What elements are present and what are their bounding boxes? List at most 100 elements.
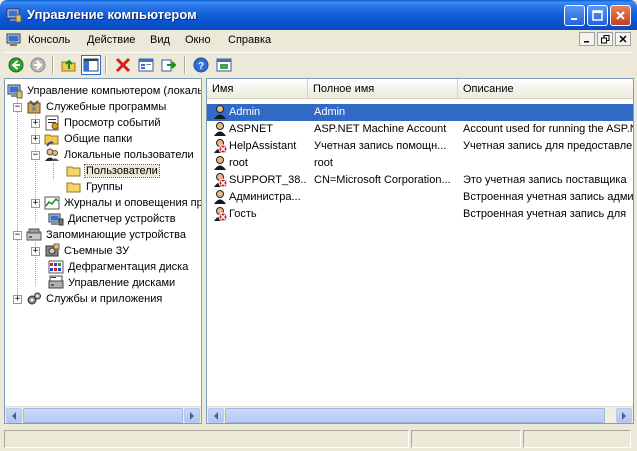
tree-item-event-viewer[interactable]: + Просмотр событий — [31, 115, 162, 131]
tree-item-label: Локальные пользователи — [64, 149, 194, 161]
delete-x-icon — [115, 57, 131, 73]
delete-button[interactable] — [113, 55, 133, 75]
maximize-icon — [592, 10, 603, 21]
scroll-left-button[interactable] — [6, 408, 22, 423]
child-minimize-button[interactable] — [579, 32, 595, 46]
mmc-window-button[interactable] — [214, 55, 234, 75]
forward-button[interactable] — [28, 55, 48, 75]
scroll-thumb[interactable] — [23, 408, 183, 423]
list-row-root[interactable]: root root — [207, 155, 633, 172]
menu-bar: Консоль Действие Вид Окно Справка — [4, 30, 633, 51]
console-window-icon[interactable] — [6, 32, 22, 48]
tree-item-services-applications[interactable]: + Службы и приложения — [13, 291, 163, 307]
list-header: Имя Полное имя Описание — [207, 79, 633, 99]
tree-item-device-manager[interactable]: Диспетчер устройств — [48, 211, 177, 227]
expand-toggle[interactable]: + — [13, 294, 22, 304]
list-horizontal-scrollbar[interactable] — [207, 406, 633, 423]
list-row-admin[interactable]: Admin Admin — [207, 104, 633, 121]
scroll-thumb[interactable] — [225, 408, 605, 423]
column-header-description[interactable]: Описание — [458, 79, 633, 98]
tree-item-performance-logs[interactable]: + Журналы и оповещения пр — [31, 195, 201, 211]
column-header-name[interactable]: Имя — [207, 79, 308, 98]
user-icon — [214, 105, 226, 119]
scroll-right-button[interactable] — [184, 408, 200, 423]
toolbar-separator — [52, 56, 54, 74]
close-button[interactable] — [610, 5, 631, 26]
chevron-right-icon — [622, 411, 626, 420]
minimize-icon — [570, 17, 577, 20]
tree-item-label: Служебные программы — [46, 101, 167, 113]
menu-console[interactable]: Консоль — [28, 34, 70, 46]
export-icon — [161, 59, 177, 72]
cell-name: HelpAssistant — [229, 140, 297, 152]
tree-item-storage[interactable]: − Запоминающие устройства — [13, 227, 187, 243]
window-icon — [216, 58, 232, 72]
status-pane-tertiary — [523, 430, 631, 448]
properties-button[interactable] — [136, 55, 156, 75]
cell-name: SUPPORT_38... — [229, 174, 307, 186]
cell-full-name: ASP.NET Machine Account — [314, 123, 447, 135]
expand-toggle[interactable]: + — [31, 134, 40, 144]
cell-description: Встроенная учетная запись для — [463, 208, 627, 220]
menu-action[interactable]: Действие — [87, 34, 135, 46]
child-restore-button[interactable] — [597, 32, 613, 46]
collapse-toggle[interactable]: − — [31, 150, 40, 160]
svg-text:?: ? — [198, 61, 204, 72]
event-viewer-icon — [45, 115, 59, 131]
scroll-right-button[interactable] — [616, 408, 632, 423]
tree-item-disk-defragmenter[interactable]: Дефрагментация диска — [48, 259, 189, 275]
tree-item-local-users[interactable]: − Локальные пользователи — [31, 147, 195, 163]
tree-item-users[interactable]: Пользователи — [66, 163, 160, 179]
menu-view[interactable]: Вид — [150, 34, 170, 46]
details-pane[interactable]: Имя Полное имя Описание Admin Admin ASPN… — [206, 78, 634, 424]
tree-item-disk-management[interactable]: Управление дисками — [48, 275, 176, 291]
tools-icon — [27, 100, 41, 114]
expand-toggle[interactable]: + — [31, 118, 40, 128]
tree-item-computer-management[interactable]: Управление компьютером (локальн — [7, 83, 201, 99]
up-level-button[interactable] — [59, 55, 79, 75]
minimize-button[interactable] — [564, 5, 585, 26]
chevron-right-icon — [190, 411, 194, 420]
tree-item-label: Управление дисками — [68, 277, 176, 289]
child-close-button[interactable] — [615, 32, 631, 46]
disk-management-icon — [48, 275, 64, 289]
tree-item-shared-folders[interactable]: + Общие папки — [31, 131, 133, 147]
help-icon: ? — [193, 57, 209, 73]
tree-horizontal-scrollbar[interactable] — [5, 406, 201, 423]
help-button[interactable]: ? — [191, 55, 211, 75]
tree-item-label: Запоминающие устройства — [46, 229, 187, 241]
storage-icon — [26, 228, 42, 241]
tree-item-system-tools[interactable]: − Служебные программы — [13, 99, 167, 115]
users-icon — [45, 148, 59, 161]
export-list-button[interactable] — [159, 55, 179, 75]
tree-item-groups[interactable]: Группы — [66, 179, 124, 195]
cell-description: Встроенная учетная запись адми — [463, 191, 634, 203]
maximize-button[interactable] — [587, 5, 608, 26]
back-button[interactable] — [6, 55, 26, 75]
list-row-support[interactable]: SUPPORT_38... CN=Microsoft Corporation..… — [207, 172, 633, 189]
tree-item-removable-storage[interactable]: + Съемные ЗУ — [31, 243, 130, 259]
defrag-icon — [48, 260, 64, 274]
collapse-toggle[interactable]: − — [13, 102, 22, 112]
collapse-toggle[interactable]: − — [13, 230, 22, 240]
expand-toggle[interactable]: + — [31, 198, 40, 208]
cell-full-name: CN=Microsoft Corporation... — [314, 174, 451, 186]
column-header-full-name[interactable]: Полное имя — [308, 79, 458, 98]
scroll-left-button[interactable] — [208, 408, 224, 423]
tree-connector — [17, 98, 18, 303]
list-row-helpassistant[interactable]: HelpAssistant Учетная запись помощн... У… — [207, 138, 633, 155]
menu-window[interactable]: Окно — [185, 34, 211, 46]
list-row-administrator[interactable]: Администра... Встроенная учетная запись … — [207, 189, 634, 206]
console-tree-pane[interactable]: Управление компьютером (локальн − Служеб… — [4, 78, 202, 424]
expand-toggle[interactable]: + — [31, 246, 40, 256]
menu-help[interactable]: Справка — [228, 34, 271, 46]
show-hide-tree-button[interactable] — [81, 55, 101, 75]
list-row-aspnet[interactable]: ASPNET ASP.NET Machine Account Account u… — [207, 121, 633, 138]
tree-item-label: Службы и приложения — [46, 293, 163, 305]
list-row-guest[interactable]: Гость Встроенная учетная запись для — [207, 206, 633, 223]
disabled-user-icon — [214, 139, 228, 154]
logs-icon — [44, 196, 60, 210]
title-bar[interactable]: Управление компьютером — [0, 0, 637, 30]
user-icon — [214, 122, 226, 136]
shared-folders-icon — [44, 134, 59, 147]
